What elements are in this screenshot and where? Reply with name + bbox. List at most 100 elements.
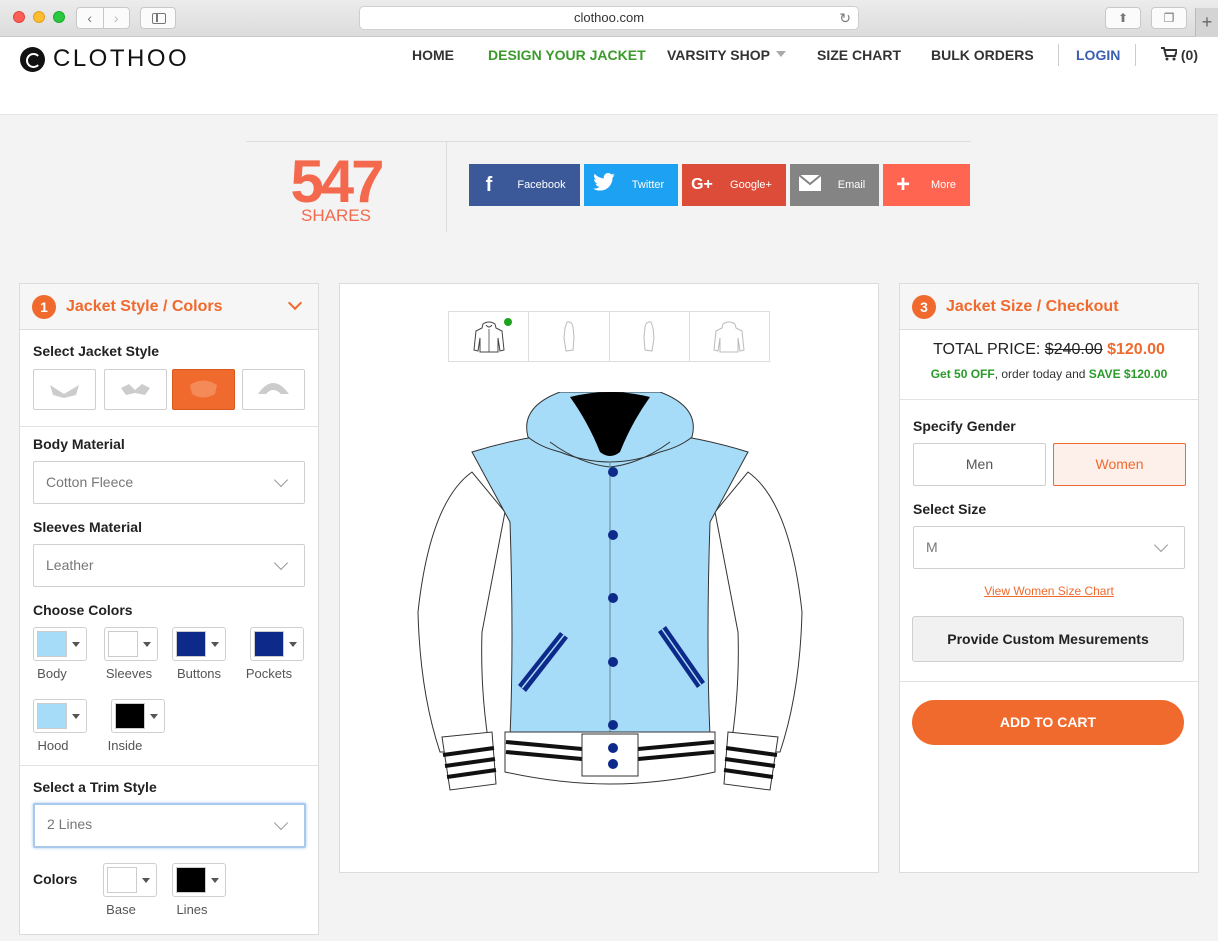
shares-divider: [446, 141, 447, 232]
pockets-color-picker[interactable]: [250, 627, 304, 661]
nav-home[interactable]: HOME: [412, 47, 454, 63]
body-material-value: Cotton Fleece: [46, 474, 134, 490]
caret-down-icon: [150, 714, 158, 719]
checkout-panel: 3 Jacket Size / Checkout TOTAL PRICE: $2…: [899, 283, 1199, 873]
promo-discount: Get 50 OFF: [930, 367, 995, 381]
caret-down-icon: [143, 642, 151, 647]
chevron-down-icon: [775, 51, 786, 57]
sleeves-material-value: Leather: [46, 557, 94, 573]
sleeves-material-select[interactable]: Leather: [33, 544, 305, 587]
share-google-plus-label: Google+: [730, 179, 772, 191]
nav-login[interactable]: LOGIN: [1076, 47, 1120, 63]
share-page-button[interactable]: ⬆: [1105, 7, 1141, 29]
add-to-cart-button[interactable]: ADD TO CART: [912, 700, 1184, 745]
url-text: clothoo.com: [573, 10, 645, 25]
share-facebook-button[interactable]: f Facebook: [469, 164, 580, 206]
trim-base-label: Base: [106, 902, 136, 917]
trim-base-color-picker[interactable]: [103, 863, 157, 897]
google-plus-icon: G+: [691, 176, 713, 193]
caret-down-icon: [142, 878, 150, 883]
hood-style-icon: [258, 383, 289, 394]
size-select[interactable]: M: [913, 526, 1185, 569]
color-swatch: [176, 867, 206, 893]
browser-toolbar: ‹ › clothoo.com ↻ ⬆ ❐ +: [0, 0, 1218, 37]
view-right-tab[interactable]: [610, 312, 690, 361]
checkout-panel-header[interactable]: 3 Jacket Size / Checkout: [900, 284, 1198, 330]
show-tabs-button[interactable]: ❐: [1151, 7, 1187, 29]
inside-color-picker[interactable]: [111, 699, 165, 733]
jacket-side-icon: [643, 320, 655, 352]
body-material-label: Body Material: [33, 436, 125, 452]
forward-icon[interactable]: ›: [102, 8, 130, 28]
color-swatch: [108, 631, 138, 657]
nav-bulk-orders[interactable]: BULK ORDERS: [931, 47, 1034, 63]
address-bar[interactable]: clothoo.com ↻: [359, 6, 859, 30]
nav-design-your-jacket[interactable]: DESIGN YOUR JACKET: [488, 47, 646, 63]
back-icon[interactable]: ‹: [77, 8, 103, 28]
hood-style-icon: [190, 380, 217, 398]
new-tab-button[interactable]: +: [1195, 8, 1218, 37]
jacket-style-option-hood[interactable]: [172, 369, 235, 410]
hood-color-picker[interactable]: [33, 699, 87, 733]
jacket-style-option-4[interactable]: [242, 369, 305, 410]
chevron-down-icon[interactable]: [287, 295, 303, 311]
jacket-style-panel-header[interactable]: 1 Jacket Style / Colors: [20, 284, 318, 330]
trim-style-label: Select a Trim Style: [33, 779, 157, 795]
share-twitter-button[interactable]: Twitter: [584, 164, 678, 206]
nav-varsity-label: VARSITY SHOP: [667, 47, 770, 63]
total-price: TOTAL PRICE: $240.00 $120.00: [900, 341, 1198, 359]
reload-icon[interactable]: ↻: [839, 7, 851, 29]
sidebar-toggle-button[interactable]: [140, 7, 176, 29]
close-window-button[interactable]: [13, 11, 25, 23]
share-email-button[interactable]: Email: [790, 164, 879, 206]
share-more-button[interactable]: + More: [883, 164, 970, 206]
old-price: $240.00: [1044, 341, 1103, 358]
sleeves-color-picker[interactable]: [104, 627, 158, 661]
step-number: 3: [912, 294, 936, 319]
gender-men-button[interactable]: Men: [913, 443, 1046, 486]
color-swatch: [107, 867, 137, 893]
nav-varsity-shop[interactable]: VARSITY SHOP: [667, 47, 786, 63]
jacket-style-option-1[interactable]: [33, 369, 96, 410]
nav-cart[interactable]: (0): [1161, 47, 1198, 63]
buttons-color-picker[interactable]: [172, 627, 226, 661]
body-color-picker[interactable]: [33, 627, 87, 661]
view-back-tab[interactable]: [690, 312, 769, 361]
jacket-style-option-2[interactable]: [104, 369, 167, 410]
trim-style-select[interactable]: 2 Lines: [33, 803, 306, 848]
zoom-window-button[interactable]: [53, 11, 65, 23]
new-price: $120.00: [1107, 341, 1165, 358]
nav-divider: [1135, 44, 1136, 66]
promo-middle: , order today and: [994, 367, 1089, 381]
twitter-icon: [584, 173, 624, 197]
step-number: 1: [32, 294, 56, 319]
share-google-plus-button[interactable]: G+ Google+: [682, 164, 786, 206]
shares-label: SHARES: [301, 206, 371, 225]
gender-women-button[interactable]: Women: [1053, 443, 1186, 486]
custom-measurements-button[interactable]: Provide Custom Mesurements: [912, 616, 1184, 662]
color-swatch: [176, 631, 206, 657]
select-size-label: Select Size: [913, 501, 987, 517]
pockets-color-label: Pockets: [245, 666, 293, 681]
main-nav: HOME DESIGN YOUR JACKET VARSITY SHOP SIZ…: [0, 44, 1218, 67]
email-icon: [790, 173, 830, 197]
section-divider: [20, 426, 318, 427]
caret-down-icon: [72, 642, 80, 647]
history-nav: ‹ ›: [76, 7, 130, 29]
section-divider: [900, 399, 1198, 400]
color-swatch: [115, 703, 145, 729]
shares-count: 547: [290, 148, 384, 215]
share-more-label: More: [930, 179, 957, 191]
nav-divider: [1058, 44, 1059, 66]
select-jacket-style-label: Select Jacket Style: [33, 343, 160, 359]
view-left-tab[interactable]: [529, 312, 610, 361]
body-material-select[interactable]: Cotton Fleece: [33, 461, 305, 504]
nav-size-chart[interactable]: SIZE CHART: [817, 47, 901, 63]
minimize-window-button[interactable]: [33, 11, 45, 23]
chevron-down-icon: [273, 472, 289, 488]
trim-lines-color-picker[interactable]: [172, 863, 226, 897]
trim-lines-label: Lines: [176, 902, 208, 917]
size-chart-link[interactable]: View Women Size Chart: [900, 584, 1198, 598]
view-front-tab[interactable]: [449, 312, 530, 361]
promo-text: Get 50 OFF, order today and SAVE $120.00: [900, 367, 1198, 381]
